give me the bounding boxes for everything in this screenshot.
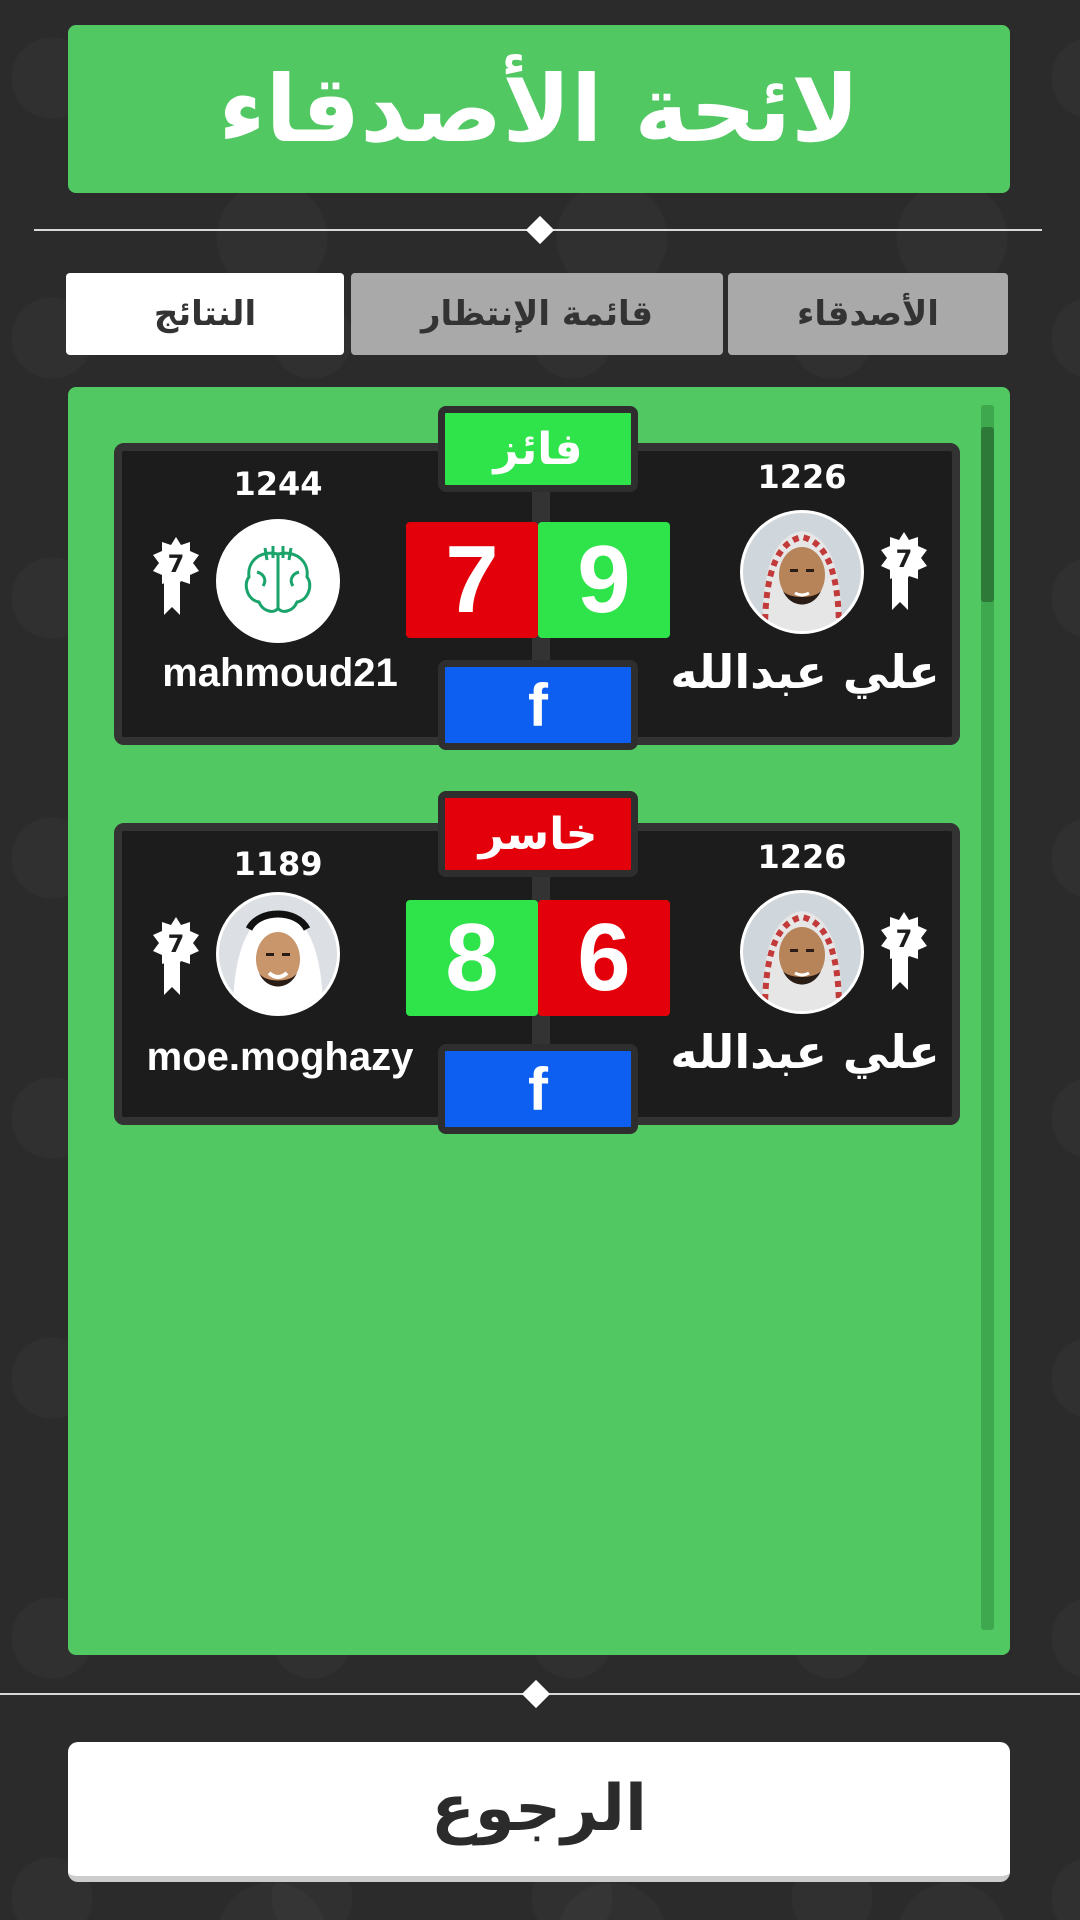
page-title: لائحة الأصدقاء <box>218 55 860 163</box>
tab-waiting-list-label: قائمة الإنتظار <box>420 294 654 334</box>
avatar[interactable] <box>740 890 864 1014</box>
man-white-ghutra-avatar-icon <box>219 895 337 1013</box>
tab-bar: النتائج قائمة الإنتظار الأصدقاء <box>66 273 1008 355</box>
avatar[interactable] <box>216 519 340 643</box>
man-ghutra-avatar-icon <box>743 513 861 631</box>
player-rating: 1226 <box>757 458 847 496</box>
player-rating: 1226 <box>757 838 847 876</box>
player-name: moe.moghazy <box>146 1035 414 1079</box>
scrollbar-thumb[interactable] <box>981 427 994 602</box>
player-name: علي عبدالله <box>670 1025 940 1079</box>
facebook-share-button[interactable]: f <box>438 1044 638 1134</box>
player-score: 6 <box>538 900 670 1016</box>
tab-results-label: النتائج <box>153 294 257 334</box>
facebook-share-button[interactable]: f <box>438 660 638 750</box>
level-number: 7 <box>168 550 185 578</box>
brain-logo-icon <box>219 522 337 640</box>
tab-results[interactable]: النتائج <box>66 273 344 355</box>
level-number: 7 <box>896 925 913 953</box>
title-banner: لائحة الأصدقاء <box>68 25 1010 193</box>
result-label: فائز <box>493 423 583 475</box>
player-score: 8 <box>406 900 538 1016</box>
level-ribbon-icon: 7 <box>881 912 927 990</box>
player-rating: 1244 <box>233 465 323 503</box>
tab-friends-label: الأصدقاء <box>797 294 939 334</box>
level-number: 7 <box>168 930 185 958</box>
level-ribbon-icon: 7 <box>153 917 199 995</box>
player-name: علي عبدالله <box>670 645 940 699</box>
facebook-icon: f <box>528 671 548 739</box>
man-ghutra-avatar-icon <box>743 893 861 1011</box>
avatar[interactable] <box>216 892 340 1016</box>
result-badge: خاسر <box>438 791 638 877</box>
avatar[interactable] <box>740 510 864 634</box>
level-ribbon-icon: 7 <box>881 532 927 610</box>
result-badge: فائز <box>438 406 638 492</box>
player-score: 7 <box>406 522 538 638</box>
tab-friends[interactable]: الأصدقاء <box>728 273 1008 355</box>
back-button[interactable]: الرجوع <box>68 1742 1010 1882</box>
player-name: mahmoud21 <box>162 651 398 695</box>
tab-waiting-list[interactable]: قائمة الإنتظار <box>351 273 723 355</box>
facebook-icon: f <box>528 1055 548 1123</box>
level-ribbon-icon: 7 <box>153 537 199 615</box>
player-rating: 1189 <box>233 845 323 883</box>
result-label: خاسر <box>478 808 598 860</box>
level-number: 7 <box>896 545 913 573</box>
player-score: 9 <box>538 522 670 638</box>
back-button-label: الرجوع <box>431 1772 647 1846</box>
